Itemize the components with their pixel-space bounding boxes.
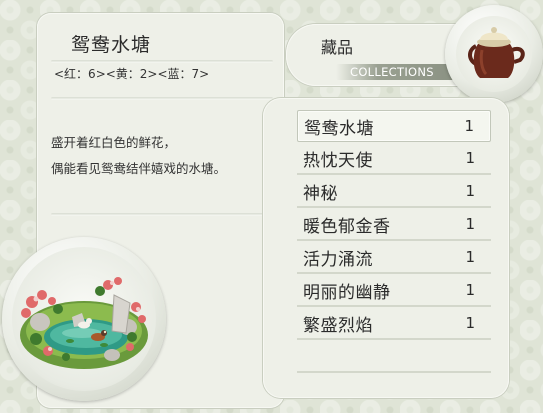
- item-name: 明丽的幽静: [303, 282, 391, 303]
- title-divider: [51, 60, 273, 63]
- item-count: 1: [465, 314, 475, 332]
- item-count: 1: [465, 281, 475, 299]
- stats-divider: [51, 97, 273, 100]
- item-count: 1: [465, 215, 475, 233]
- item-portrait-frame: [2, 237, 166, 401]
- collection-list-panel: 鸳鸯水塘 1 热忱天使 1 神秘 1 暖色郁金香 1 活力涌流 1 明丽的幽静 …: [263, 98, 509, 398]
- list-item-0[interactable]: 鸳鸯水塘 1: [297, 110, 491, 142]
- mandarin-duck-pond-illustration: [12, 247, 156, 391]
- collections-header: 藏品 COLLECTIONS: [286, 24, 466, 86]
- item-color-stats: <红：6><黄：2><蓝：7>: [54, 67, 210, 81]
- teapot-jar-icon: [456, 16, 532, 92]
- jar-graphic: [468, 27, 525, 78]
- item-name: 鸳鸯水塘: [304, 118, 374, 139]
- collections-icon-frame: [445, 5, 543, 103]
- item-name: 活力涌流: [303, 249, 373, 270]
- item-title: 鸳鸯水塘: [71, 34, 152, 56]
- list-item-1[interactable]: 热忱天使 1: [297, 143, 491, 175]
- description-line-1: 盛开着红白色的鲜花，: [51, 135, 177, 150]
- list-item-3[interactable]: 暖色郁金香 1: [297, 209, 491, 241]
- item-description: 盛开着红白色的鲜花， 偶能看见鸳鸯结伴嬉戏的水塘。: [51, 130, 226, 182]
- item-count: 1: [465, 149, 475, 167]
- item-count: 1: [465, 248, 475, 266]
- collections-title: 藏品: [321, 38, 354, 57]
- list-item-2[interactable]: 神秘 1: [297, 176, 491, 208]
- description-divider: [51, 213, 273, 216]
- description-line-2: 偶能看见鸳鸯结伴嬉戏的水塘。: [51, 161, 227, 176]
- collections-subtitle: COLLECTIONS: [336, 64, 454, 80]
- collection-list: 鸳鸯水塘 1 热忱天使 1 神秘 1 暖色郁金香 1 活力涌流 1 明丽的幽静 …: [297, 110, 491, 341]
- item-name: 暖色郁金香: [303, 216, 391, 237]
- item-count: 1: [464, 117, 474, 135]
- list-item-5[interactable]: 明丽的幽静 1: [297, 275, 491, 307]
- item-name: 繁盛烈焰: [303, 315, 373, 336]
- item-count: 1: [465, 182, 475, 200]
- pond-picture-icon: [20, 277, 148, 369]
- item-name: 神秘: [303, 183, 338, 204]
- list-item-4[interactable]: 活力涌流 1: [297, 242, 491, 274]
- list-item-6[interactable]: 繁盛烈焰 1: [297, 308, 491, 340]
- item-name: 热忱天使: [303, 150, 373, 171]
- list-bottom-divider: [297, 371, 491, 373]
